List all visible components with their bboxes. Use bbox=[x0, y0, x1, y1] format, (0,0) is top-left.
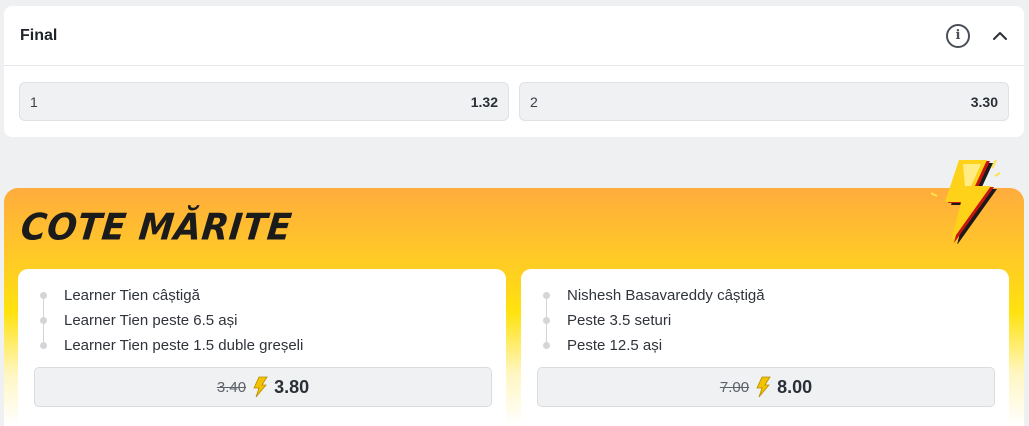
selection-list: Nishesh Basavareddy câștigă Peste 3.5 se… bbox=[537, 283, 765, 358]
info-icon[interactable]: i bbox=[946, 23, 970, 48]
bullet-dot-icon bbox=[543, 342, 550, 349]
chevron-up-icon[interactable] bbox=[992, 28, 1008, 44]
selection-list: Learner Tien câștigă Learner Tien peste … bbox=[34, 283, 303, 358]
market-title: Final bbox=[20, 26, 58, 44]
bullet-dot-icon bbox=[40, 342, 47, 349]
outcome-odds: 3.30 bbox=[970, 93, 998, 110]
list-item: Learner Tien câștigă bbox=[34, 283, 303, 317]
odd-button-1[interactable]: 1 1.32 bbox=[19, 82, 509, 121]
selection-label: Nishesh Basavareddy câștigă bbox=[567, 287, 765, 304]
bullet-dot-icon bbox=[543, 317, 550, 324]
selection-label: Peste 12.5 ași bbox=[567, 337, 663, 354]
outcome-label: 2 bbox=[530, 93, 538, 110]
list-item: Peste 12.5 ași bbox=[537, 333, 765, 358]
boosted-odds-button[interactable]: 7.00 8.00 bbox=[537, 367, 995, 407]
lightning-bolt-logo-icon bbox=[930, 159, 1001, 244]
odds-row: 1 1.32 2 3.30 bbox=[4, 66, 1024, 121]
bullet-dot-icon bbox=[40, 317, 47, 324]
bullet-dot-icon bbox=[543, 292, 550, 299]
outcome-label: 1 bbox=[30, 93, 38, 110]
lightning-bolt-icon bbox=[253, 376, 268, 398]
list-item: Learner Tien peste 6.5 ași bbox=[34, 308, 303, 342]
boost-title: COTE MĂRITE bbox=[18, 207, 294, 249]
boosted-odds: 3.80 bbox=[274, 376, 310, 397]
list-item: Learner Tien peste 1.5 duble greșeli bbox=[34, 333, 303, 358]
list-item: Nishesh Basavareddy câștigă bbox=[537, 283, 765, 317]
boosted-odds: 8.00 bbox=[777, 376, 813, 397]
boost-offer-card: Learner Tien câștigă Learner Tien peste … bbox=[18, 269, 506, 426]
bullet-dot-icon bbox=[40, 292, 47, 299]
market-header[interactable]: Final i bbox=[4, 6, 1024, 66]
boosted-odds-button[interactable]: 3.40 3.80 bbox=[34, 367, 492, 407]
odd-button-2[interactable]: 2 3.30 bbox=[519, 82, 1009, 121]
selection-label: Peste 3.5 seturi bbox=[567, 312, 672, 329]
outcome-odds: 1.32 bbox=[470, 93, 498, 110]
old-odds: 3.40 bbox=[216, 378, 247, 396]
market-card-final: Final i 1 1.32 2 3.30 bbox=[4, 6, 1024, 137]
selection-label: Learner Tien peste 6.5 ași bbox=[64, 312, 238, 329]
selection-label: Learner Tien peste 1.5 duble greșeli bbox=[64, 337, 304, 354]
selection-label: Learner Tien câștigă bbox=[64, 287, 200, 304]
old-odds: 7.00 bbox=[719, 378, 750, 396]
boost-offer-card: Nishesh Basavareddy câștigă Peste 3.5 se… bbox=[521, 269, 1009, 426]
lightning-bolt-icon bbox=[756, 376, 771, 398]
list-item: Peste 3.5 seturi bbox=[537, 308, 765, 342]
